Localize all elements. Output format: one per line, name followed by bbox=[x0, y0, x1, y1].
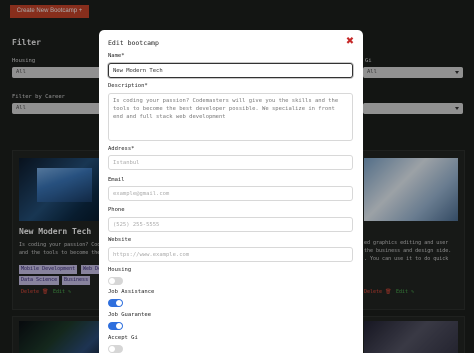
email-label: Email bbox=[108, 177, 125, 183]
modal-title: Edit bootcamp bbox=[108, 39, 159, 47]
name-input[interactable] bbox=[108, 63, 353, 78]
address-label: Address* bbox=[108, 146, 135, 152]
edit-bootcamp-modal: Edit bootcamp ✖ Name* Description* Is co… bbox=[99, 30, 363, 353]
housing-label: Housing bbox=[108, 267, 132, 273]
name-label: Name* bbox=[108, 53, 125, 59]
website-label: Website bbox=[108, 237, 132, 243]
website-input[interactable] bbox=[108, 247, 353, 262]
housing-toggle[interactable] bbox=[108, 277, 123, 285]
description-label: Description* bbox=[108, 83, 148, 89]
email-input[interactable] bbox=[108, 186, 353, 201]
address-input[interactable] bbox=[108, 155, 353, 170]
phone-label: Phone bbox=[108, 207, 125, 213]
job-guarantee-toggle[interactable] bbox=[108, 322, 123, 330]
accept-gi-toggle[interactable] bbox=[108, 345, 123, 353]
description-textarea[interactable]: Is coding your passion? Codemasters will… bbox=[108, 93, 353, 141]
job-guarantee-label: Job Guarantee bbox=[108, 312, 152, 318]
job-assistance-toggle[interactable] bbox=[108, 299, 123, 307]
phone-input[interactable] bbox=[108, 217, 353, 232]
close-icon[interactable]: ✖ bbox=[345, 37, 355, 47]
accept-gi-label: Accept Gi bbox=[108, 335, 138, 341]
job-assistance-label: Job Assistance bbox=[108, 289, 155, 295]
